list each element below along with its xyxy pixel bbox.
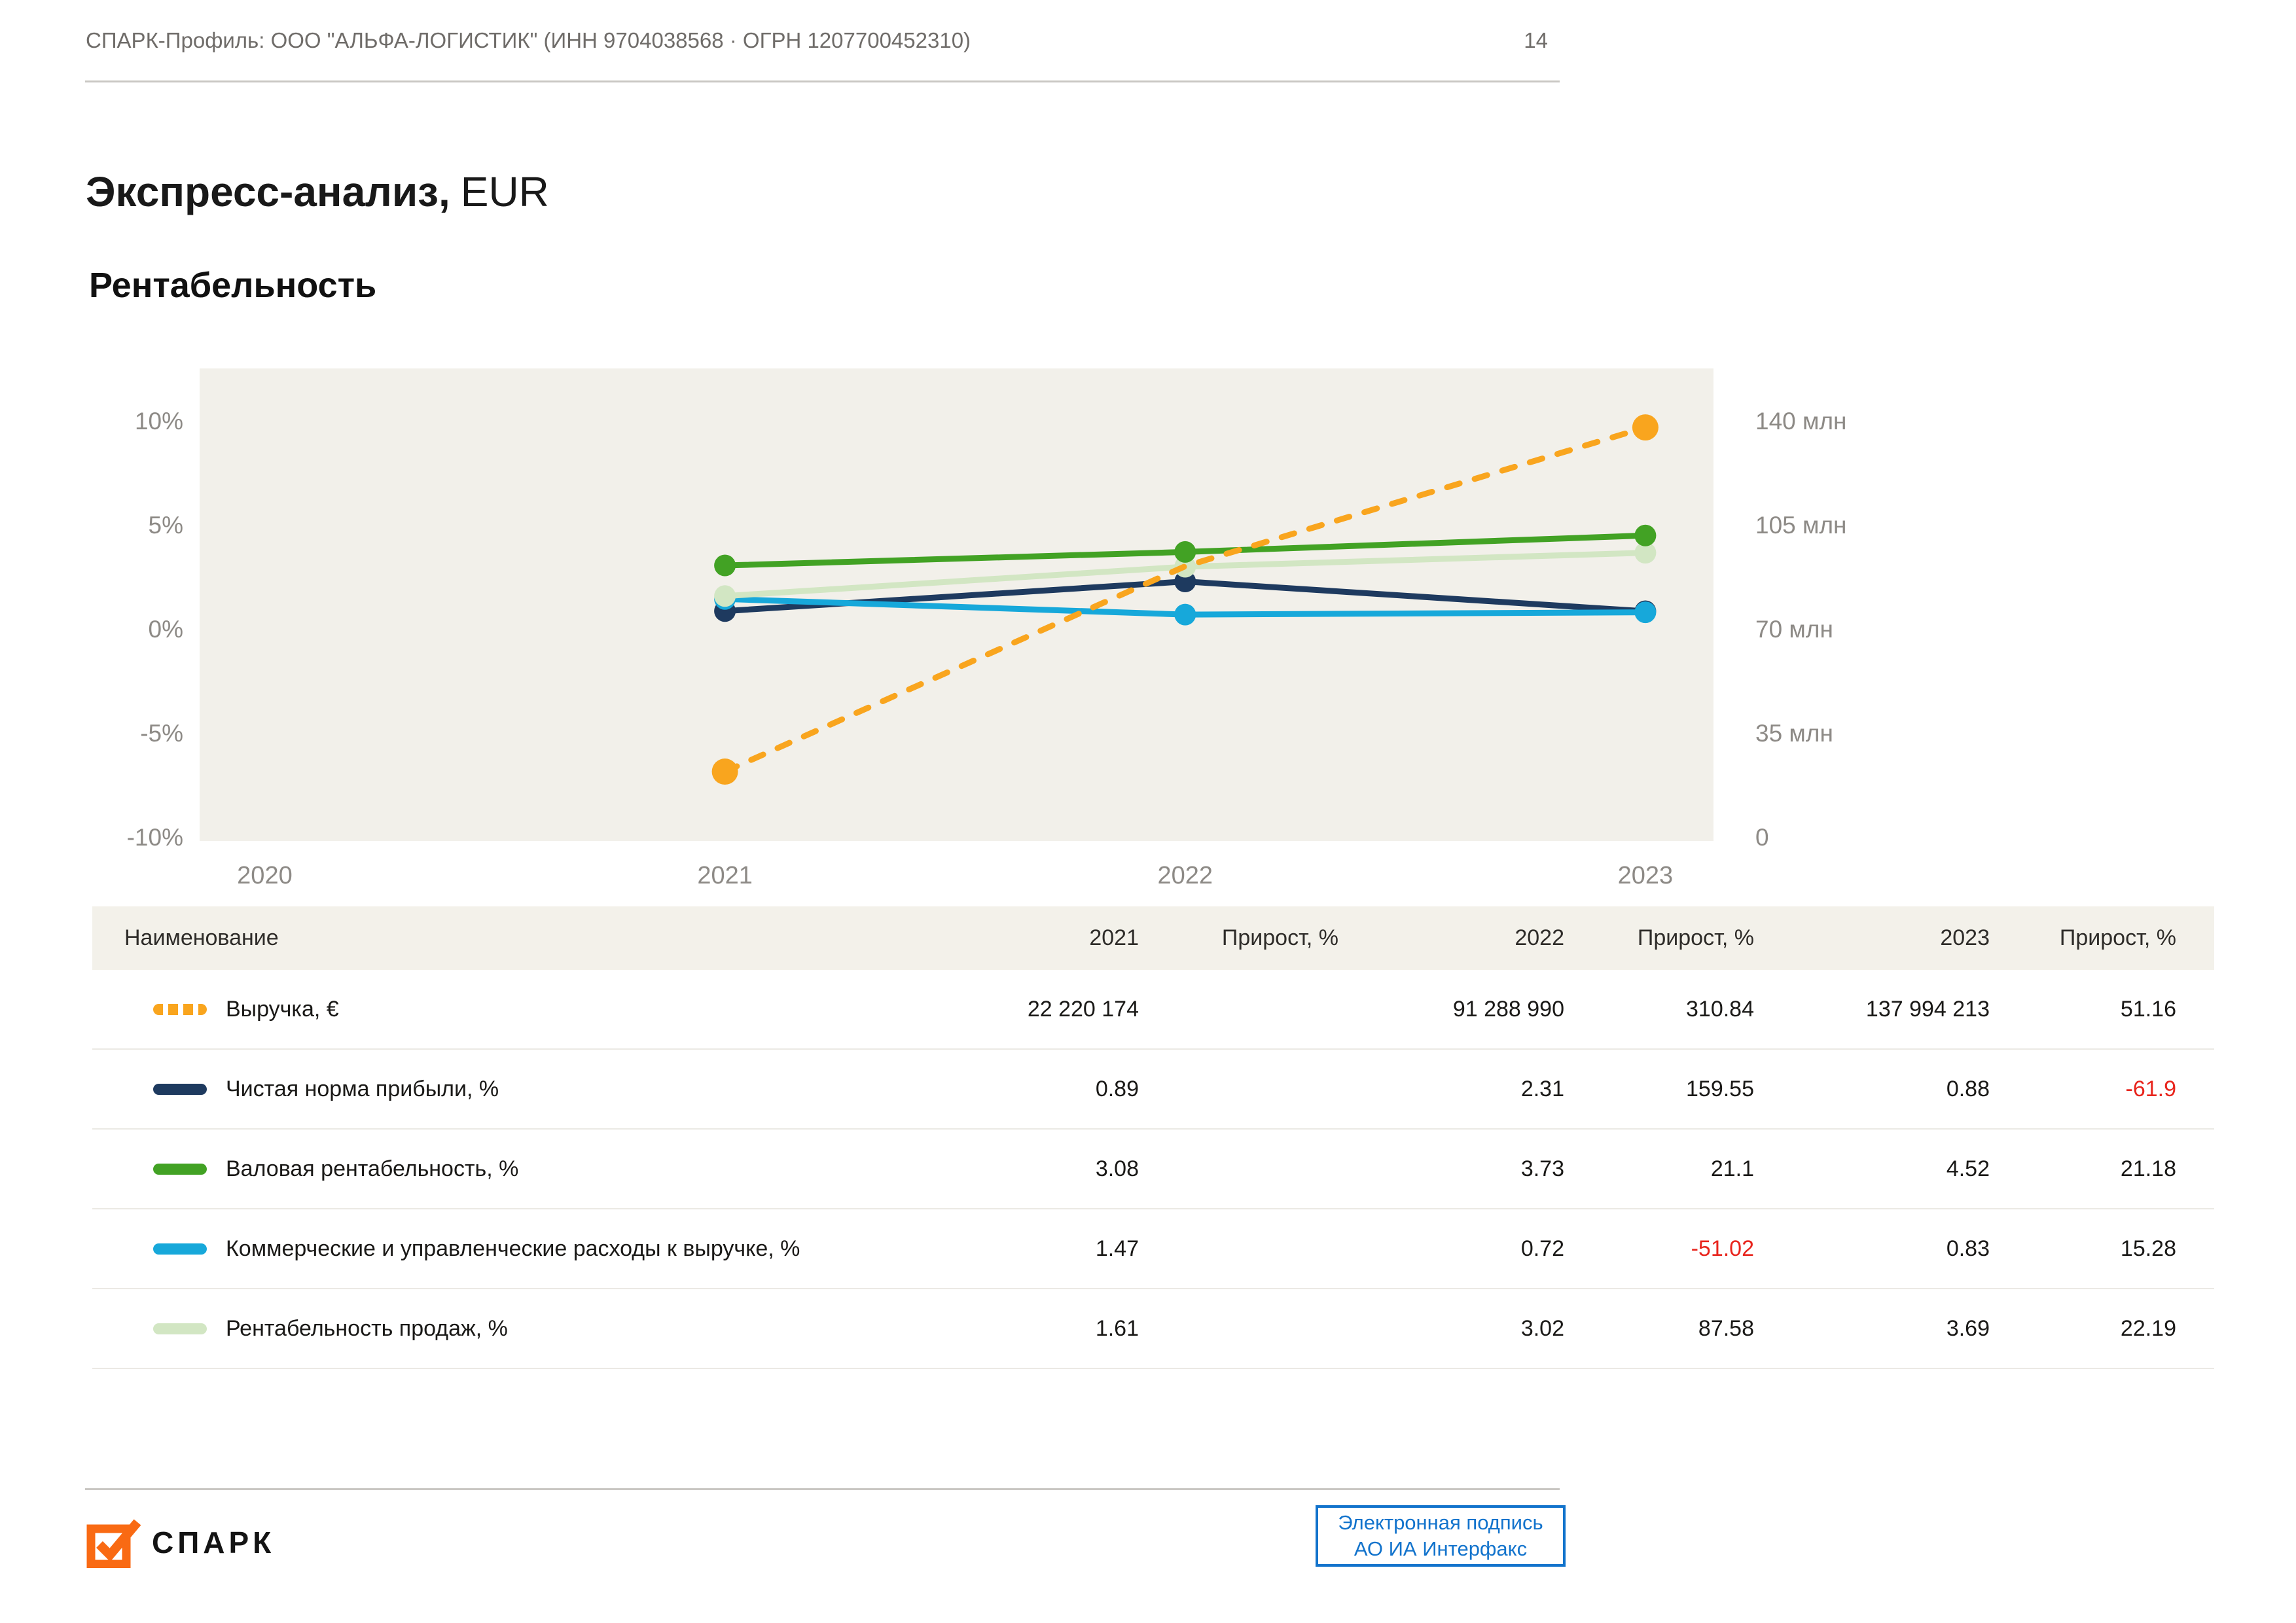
column-header: Наименование <box>124 925 279 950</box>
value-cell: 87.58 <box>1698 1315 1754 1341</box>
signature-button-line2: АО ИА Интерфакс <box>1354 1537 1528 1560</box>
table-header: Наименование 2021 Прирост, % 2022 Прирост, %… <box>92 906 2214 970</box>
value-cell: 0.72 <box>1520 1236 1564 1261</box>
x-axis-tick: 2023 <box>1617 862 1674 889</box>
y-axis-tick-left: 10% <box>134 408 183 435</box>
table-row: Рентабельность продаж, % 1.61 3.02 87.58 3.6… <box>92 1289 2214 1369</box>
column-header: 2022 <box>1515 925 1564 950</box>
value-cell: 1.61 <box>1095 1315 1139 1341</box>
page-number: 14 <box>1524 28 1548 52</box>
legend-swatch-return-on-sales <box>153 1323 207 1334</box>
value-cell: 137 994 213 <box>1865 996 1990 1022</box>
value-cell: 0.83 <box>1946 1236 1990 1261</box>
value-cell: 1.47 <box>1095 1236 1139 1261</box>
value-cell: 0.89 <box>1095 1076 1139 1101</box>
spark-logo-text: СПАРК <box>152 1525 276 1560</box>
row-label: Чистая норма прибыли, % <box>92 1077 942 1102</box>
row-label-text: Коммерческие и управленческие расходы к … <box>226 1236 800 1261</box>
value-cell: 15.28 <box>2120 1236 2176 1261</box>
header-title: СПАРК-Профиль: ООО "АЛЬФА-ЛОГИСТИК" (ИНН… <box>86 28 971 52</box>
column-header: 2021 <box>1089 925 1139 950</box>
x-axis-tick: 2022 <box>1157 862 1213 889</box>
profitability-chart: 10% 5% 0% -5% -10% 140 млн 105 млн 70 млн 35 мл… <box>85 368 1970 899</box>
x-axis-tick: 2021 <box>697 862 753 889</box>
series-point-gross-margin <box>1634 524 1657 546</box>
signature-button[interactable]: Электронная подпись АО ИА Интерфакс <box>1316 1505 1566 1567</box>
value-cell: -61.9 <box>2125 1076 2177 1101</box>
chart-canvas <box>711 414 1659 785</box>
value-cell: 4.52 <box>1946 1156 1990 1181</box>
y-axis-tick-right: 35 млн <box>1755 720 1833 747</box>
page-title-currency: EUR <box>460 168 549 215</box>
value-cell: 21.1 <box>1710 1156 1754 1181</box>
row-label: Коммерческие и управленческие расходы к … <box>92 1236 942 1262</box>
value-cell: 22.19 <box>2120 1315 2176 1341</box>
table-row: Валовая рентабельность, % 3.08 3.73 21.1 4.5… <box>92 1130 2214 1209</box>
page-title: Экспресс-анализ, EUR <box>86 168 549 216</box>
series-point-gross-margin <box>714 554 736 577</box>
y-axis-tick-right: 70 млн <box>1755 616 1833 643</box>
row-label: Выручка, € <box>92 997 942 1022</box>
value-cell: 51.16 <box>2120 996 2176 1022</box>
section-title: Рентабельность <box>89 266 377 305</box>
value-cell: -51.02 <box>1691 1236 1754 1261</box>
y-axis-tick-right: 0 <box>1755 824 1769 851</box>
y-axis-tick-left: -5% <box>140 720 183 747</box>
legend-swatch-net-profit-margin <box>153 1083 207 1095</box>
y-axis-right: 140 млн 105 млн 70 млн 35 млн 0 <box>1755 368 1965 851</box>
row-label-text: Валовая рентабельность, % <box>226 1156 519 1181</box>
chart-plot-area <box>200 368 1713 841</box>
page-title-main: Экспресс-анализ, <box>86 168 450 215</box>
legend-swatch-gross-margin <box>153 1163 207 1175</box>
series-point-revenue <box>711 758 738 785</box>
column-header: 2023 <box>1940 925 1990 950</box>
table-row: Выручка, € 22 220 174 91 288 990 310.84 137 … <box>92 970 2214 1050</box>
table-body: Выручка, € 22 220 174 91 288 990 310.84 137 … <box>92 970 2214 1369</box>
row-label: Валовая рентабельность, % <box>92 1156 942 1182</box>
y-axis-left: 10% 5% 0% -5% -10% <box>85 368 183 851</box>
column-header: Прирост, % <box>1221 925 1338 950</box>
profitability-table: Наименование 2021 Прирост, % 2022 Прирост, %… <box>92 906 2214 1369</box>
value-cell: 22 220 174 <box>1027 996 1139 1022</box>
row-label-text: Чистая норма прибыли, % <box>226 1076 499 1101</box>
y-axis-tick-left: 5% <box>148 512 183 539</box>
series-point-revenue <box>1632 414 1659 441</box>
value-cell: 3.73 <box>1520 1156 1564 1181</box>
value-cell: 310.84 <box>1686 996 1754 1022</box>
value-cell: 3.08 <box>1095 1156 1139 1181</box>
legend-swatch-sga-to-revenue <box>153 1243 207 1255</box>
series-point-sga-to-revenue <box>1634 601 1657 624</box>
x-axis-tick: 2020 <box>237 862 293 889</box>
series-point-return-on-sales <box>714 585 736 607</box>
value-cell: 0.88 <box>1946 1076 1990 1101</box>
value-cell: 21.18 <box>2120 1156 2176 1181</box>
value-cell: 159.55 <box>1686 1076 1754 1101</box>
table-row: Чистая норма прибыли, % 0.89 2.31 159.55 0.8… <box>92 1050 2214 1130</box>
column-header: Прирост, % <box>1637 925 1754 950</box>
legend-swatch-revenue <box>153 1003 207 1015</box>
footer-divider <box>85 1488 1560 1490</box>
signature-button-line1: Электронная подпись <box>1338 1511 1543 1534</box>
table-row: Коммерческие и управленческие расходы к … <box>92 1209 2214 1289</box>
row-label-text: Выручка, € <box>226 996 339 1022</box>
value-cell: 2.31 <box>1520 1076 1564 1101</box>
header-divider <box>85 80 1560 82</box>
spark-logo: СПАРК <box>85 1517 275 1568</box>
row-label: Рентабельность продаж, % <box>92 1316 942 1342</box>
y-axis-tick-left: -10% <box>126 824 183 851</box>
series-point-sga-to-revenue <box>1174 603 1196 626</box>
y-axis-tick-left: 0% <box>148 616 183 643</box>
spark-check-icon <box>86 1519 141 1568</box>
column-header: Прирост, % <box>2059 925 2176 950</box>
series-point-gross-margin <box>1174 541 1196 563</box>
value-cell: 91 288 990 <box>1452 996 1564 1022</box>
y-axis-tick-right: 105 млн <box>1755 512 1847 539</box>
y-axis-tick-right: 140 млн <box>1755 408 1847 435</box>
row-label-text: Рентабельность продаж, % <box>226 1315 508 1341</box>
value-cell: 3.69 <box>1946 1315 1990 1341</box>
value-cell: 3.02 <box>1520 1315 1564 1341</box>
